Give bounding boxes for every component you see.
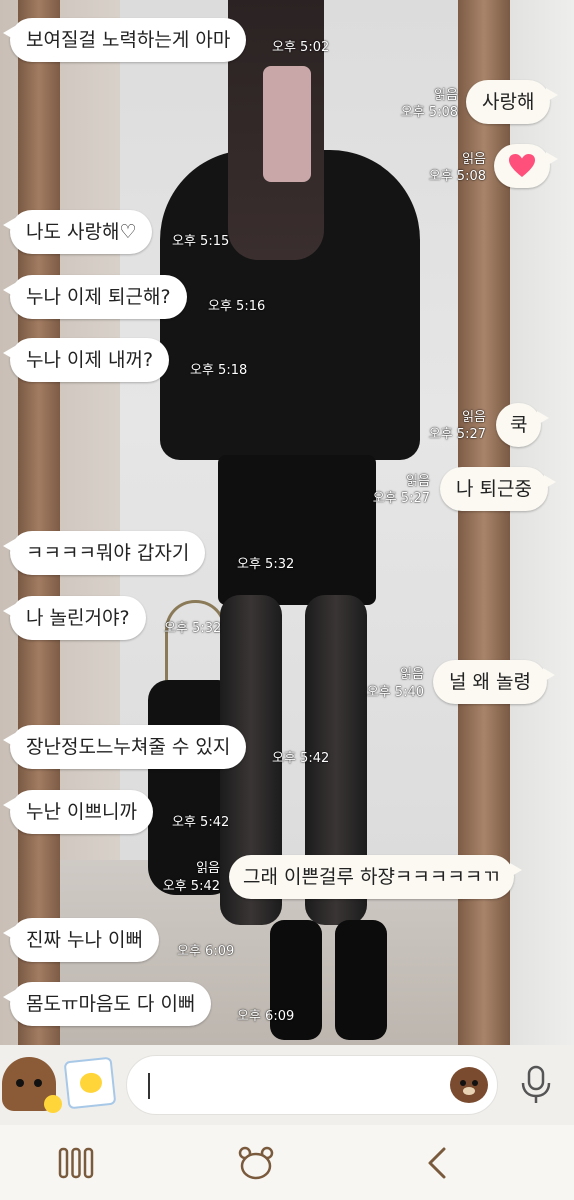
message-bubble-incoming[interactable]: 장난정도느누쳐줄 수 있지 [2, 725, 247, 769]
message-bubble-incoming[interactable]: 진짜 누나 이뻐 [3, 918, 159, 962]
message-bubble-outgoing[interactable]: 쿡 [496, 403, 551, 447]
message-time: 오후 5:32 [237, 557, 295, 572]
message-time: 오후 5:40 [366, 685, 424, 700]
message-bubble-outgoing[interactable] [494, 144, 558, 188]
read-receipt: 읽음 [462, 410, 486, 425]
chick-photo-sticker-icon[interactable] [63, 1056, 117, 1110]
bear-emoticon-icon[interactable] [450, 1067, 488, 1103]
message-bubble-incoming[interactable]: 누나 이제 내꺼? [2, 338, 170, 382]
skirt [218, 455, 376, 605]
chick-icon [44, 1095, 62, 1113]
message-time: 오후 5:42 [162, 879, 220, 894]
bear-eye-right [472, 1080, 478, 1086]
mirror-frame-left [18, 0, 60, 1045]
message-time: 오후 5:42 [172, 815, 230, 830]
chick-icon [79, 1071, 103, 1094]
message-time: 오후 5:32 [164, 621, 222, 636]
message-bubble-incoming[interactable]: 몸도ㅠ마음도 다 이뻐 [2, 982, 212, 1026]
bear-eye-left [16, 1079, 24, 1087]
bear-eye-right [34, 1079, 42, 1087]
read-receipt: 읽음 [406, 474, 430, 489]
shoe-right [335, 920, 387, 1040]
message-bubble-incoming[interactable]: 누난 이쁘니까 [3, 790, 153, 834]
recent-apps-icon[interactable] [56, 1145, 96, 1181]
message-time: 오후 5:08 [400, 105, 458, 120]
message-bubble-incoming[interactable]: 누나 이제 퇴근해? [3, 275, 187, 319]
home-bear-icon[interactable] [236, 1145, 276, 1181]
system-navigation-bar [0, 1125, 574, 1200]
message-input-bar [0, 1045, 574, 1125]
microphone-icon[interactable] [518, 1065, 554, 1105]
message-bubble-incoming[interactable]: ㅋㅋㅋㅋ뭐야 갑자기 [2, 531, 206, 575]
message-time: 오후 6:09 [237, 1009, 295, 1024]
read-receipt: 읽음 [196, 861, 220, 876]
message-time: 오후 5:16 [208, 299, 266, 314]
message-time: 오후 5:18 [190, 363, 248, 378]
message-time: 오후 5:27 [372, 491, 430, 506]
bear-nose [463, 1087, 475, 1095]
message-time: 오후 5:27 [428, 427, 486, 442]
bear-eye-left [460, 1080, 466, 1086]
brown-bear-sticker-icon[interactable] [2, 1057, 62, 1113]
message-bubble-incoming[interactable]: 나 놀린거야? [3, 596, 146, 640]
phone-in-hand [263, 66, 311, 182]
message-bubble-incoming[interactable]: 나도 사랑해♡ [2, 210, 153, 254]
message-time: 오후 5:15 [172, 234, 230, 249]
text-cursor [148, 1073, 150, 1099]
message-bubble-outgoing[interactable]: 널 왜 놀령 [433, 660, 555, 704]
message-time: 오후 5:42 [272, 751, 330, 766]
message-bubble-outgoing[interactable]: 나 퇴근중 [440, 467, 556, 511]
message-time: 오후 5:02 [272, 40, 330, 55]
back-icon[interactable] [418, 1145, 458, 1181]
message-time: 오후 5:08 [428, 169, 486, 184]
read-receipt: 읽음 [462, 152, 486, 167]
message-bubble-incoming[interactable]: 보여질걸 노력하는게 아마 [2, 18, 247, 62]
message-time: 오후 6:09 [177, 944, 235, 959]
message-text-input[interactable] [126, 1055, 498, 1115]
read-receipt: 읽음 [400, 667, 424, 682]
heart-icon [509, 154, 535, 177]
read-receipt: 읽음 [434, 88, 458, 103]
message-bubble-outgoing[interactable]: 사랑해 [466, 80, 559, 124]
message-bubble-outgoing[interactable]: 그래 이쁜걸루 하쟝ㅋㅋㅋㅋㅋㄲ [229, 855, 522, 899]
